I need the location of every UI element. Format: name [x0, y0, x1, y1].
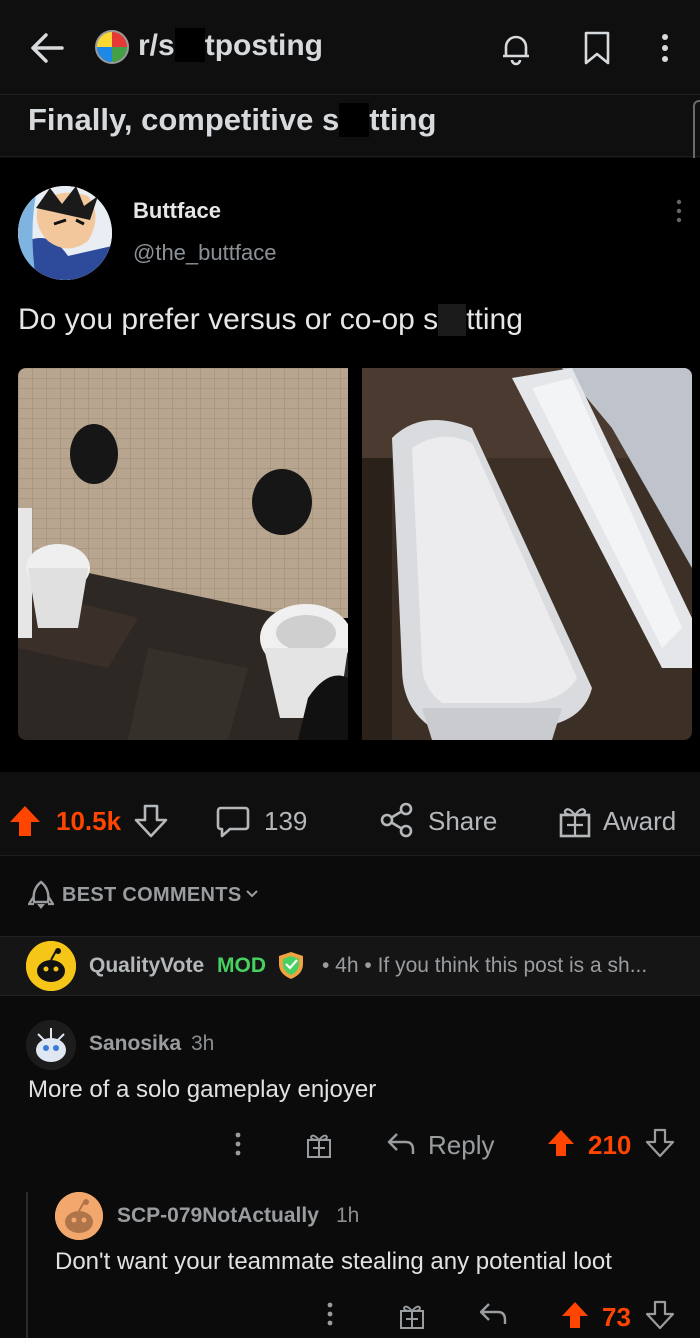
mod-shield-icon	[276, 950, 306, 980]
tweet-photo-double-toilet	[362, 368, 692, 740]
tweet-author-name: Buttface	[133, 198, 222, 223]
rocket-icon	[28, 880, 54, 910]
sort-dropdown[interactable]: BEST COMMENTS	[62, 884, 241, 907]
subreddit-avatar[interactable]	[95, 30, 129, 64]
tweet-text: Do you prefer versus or co-op s tting	[18, 303, 523, 337]
user-avatar	[55, 1192, 103, 1240]
censor-block	[174, 28, 205, 62]
upvote-icon[interactable]	[546, 1128, 576, 1158]
downvote-icon[interactable]	[645, 1128, 675, 1158]
censor-block	[339, 103, 370, 137]
tweet-author-handle: @the_buttface	[133, 240, 277, 265]
award-button[interactable]: Award	[603, 806, 676, 837]
upvote-icon[interactable]	[8, 804, 42, 838]
bookmark-icon[interactable]	[582, 30, 612, 66]
comment-score: 210	[588, 1130, 632, 1160]
censor-block	[438, 304, 467, 336]
tweet-avatar	[18, 186, 112, 280]
share-icon[interactable]	[380, 802, 414, 838]
tweet-text-suffix: tting	[466, 303, 523, 336]
back-arrow-icon[interactable]	[28, 28, 68, 68]
subreddit-name-prefix: r/s	[138, 29, 175, 62]
downvote-icon[interactable]	[645, 1300, 675, 1330]
mod-comment-preview: • 4h • If you think this post is a sh...	[322, 954, 648, 977]
tweet-text-prefix: Do you prefer versus or co-op s	[18, 303, 439, 336]
comment-body: Don't want your teammate stealing any po…	[55, 1248, 612, 1275]
post-title-suffix: tting	[369, 102, 437, 137]
mod-badge: MOD	[217, 954, 266, 977]
reply-arrow-icon[interactable]	[386, 1130, 416, 1158]
post-title-prefix: Finally, competitive s	[28, 102, 340, 137]
award-gift-icon[interactable]	[305, 1131, 333, 1159]
comment-count[interactable]: 139	[264, 806, 307, 837]
user-avatar	[26, 941, 76, 991]
comment-body: More of a solo gameplay enjoyer	[28, 1076, 377, 1103]
reply-button[interactable]: Reply	[428, 1130, 494, 1161]
tweet-more-icon	[672, 198, 686, 224]
tweet-photo-bathroom-stalls	[18, 368, 348, 740]
kebab-menu-icon[interactable]	[652, 30, 678, 66]
thread-line[interactable]	[26, 1192, 28, 1338]
award-gift-icon[interactable]	[398, 1302, 426, 1330]
bell-icon[interactable]	[498, 30, 534, 66]
comment-more-icon[interactable]	[232, 1130, 244, 1158]
upvote-icon[interactable]	[560, 1300, 590, 1330]
subreddit-name[interactable]: r/s tposting	[138, 28, 323, 63]
reply-arrow-icon[interactable]	[478, 1300, 508, 1328]
comment-timestamp: 1h	[336, 1204, 360, 1227]
post-title: Finally, competitive s tting	[28, 102, 436, 138]
chevron-down-icon[interactable]	[244, 886, 260, 902]
comment-timestamp: 3h	[191, 1032, 215, 1055]
mod-username[interactable]: QualityVote	[89, 954, 204, 978]
comment-username[interactable]: Sanosika	[89, 1032, 181, 1056]
award-gift-icon[interactable]	[558, 804, 592, 838]
comment-icon[interactable]	[216, 804, 250, 838]
share-button[interactable]: Share	[428, 806, 497, 837]
vote-count: 10.5k	[56, 806, 122, 836]
downvote-icon[interactable]	[134, 804, 168, 838]
comment-username[interactable]: SCP-079NotActually	[117, 1204, 319, 1228]
subreddit-name-suffix: tposting	[204, 29, 324, 62]
comment-score: 73	[602, 1302, 631, 1332]
comment-more-icon[interactable]	[324, 1300, 336, 1328]
user-avatar	[26, 1020, 76, 1070]
